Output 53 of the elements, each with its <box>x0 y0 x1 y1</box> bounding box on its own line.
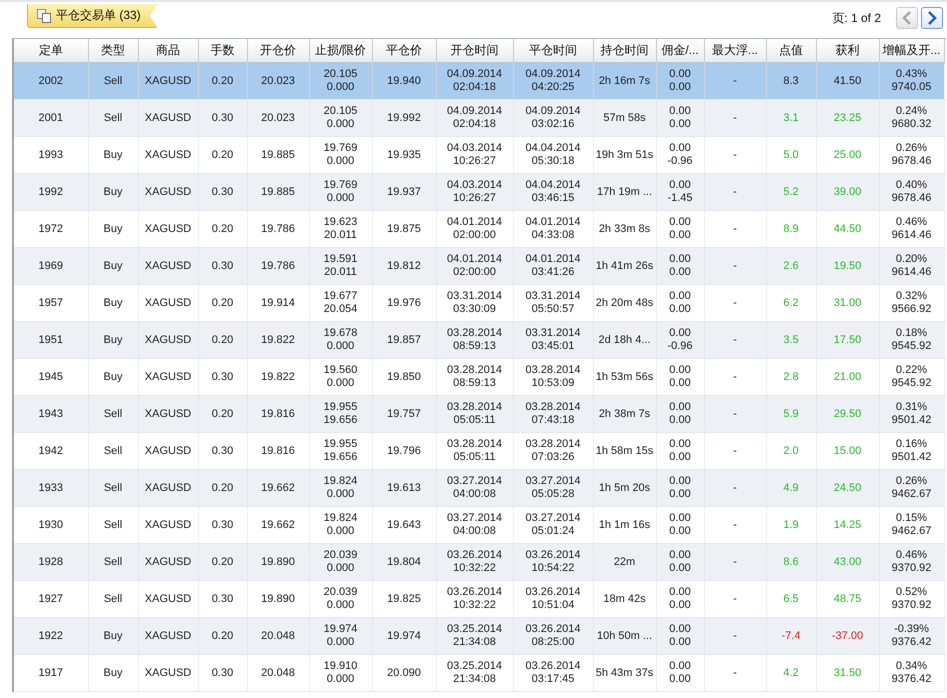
table-cell: 1917 <box>14 654 88 692</box>
column-header[interactable]: 止损/限价 <box>309 39 372 62</box>
chevron-right-icon <box>927 11 937 25</box>
column-header[interactable]: 商品 <box>138 39 198 62</box>
column-header[interactable]: 类型 <box>88 39 138 62</box>
table-row[interactable]: 1943 Sell XAGUSD 0.20 19.816 19.955 19.656 19.757 03.28.2014 05:05:11 03.28.2014 07:43:18 2h 38m 7s 0.00 0.00 - 5.9 29.50 0.31% 9501.42 <box>14 396 944 432</box>
chevron-left-icon <box>902 11 912 25</box>
column-header[interactable]: 点值 <box>766 39 816 62</box>
column-header[interactable]: 开仓价 <box>247 39 309 62</box>
table-row[interactable]: 1957 Buy XAGUSD 0.20 19.914 19.677 20.054 19.976 03.31.2014 03:30:09 03.31.2014 05:50:57 2h 20m 48s 0.00 0.00 - 6.2 31.00 0.32% 9566.92 <box>14 284 944 322</box>
documents-icon <box>37 8 51 22</box>
column-header[interactable]: 定单 <box>14 39 88 62</box>
table-row[interactable]: 1922 Buy XAGUSD 0.20 20.048 19.974 0.000 19.974 03.25.2014 21:34:08 03.26.2014 08:25:00 10h 50m ... 0.00 0.00 - -7.4 -37.00 -0.39% 9376.42 <box>14 618 944 654</box>
table-cell: Buy <box>88 654 138 692</box>
column-header[interactable]: 手数 <box>198 39 247 62</box>
table-cell: 20.048 <box>247 654 309 692</box>
column-header[interactable]: 平仓时间 <box>513 39 593 62</box>
next-page-button[interactable] <box>921 7 943 29</box>
column-header[interactable]: 持仓时间 <box>593 39 656 62</box>
table-cell: 19.910 0.000 <box>309 654 372 692</box>
column-header[interactable]: 最大浮... <box>704 39 766 62</box>
table-cell: 20.090 <box>372 654 436 692</box>
table-row[interactable]: 1928 Sell XAGUSD 0.20 19.890 20.039 0.000 19.804 03.26.2014 10:32:22 03.26.2014 10:54:22 22m 0.00 0.00 - 8.6 43.00 0.46% 9370.92 <box>14 544 944 580</box>
table-row[interactable]: 1972 Buy XAGUSD 0.20 19.786 19.623 20.011 19.875 04.01.2014 02:00:00 04.01.2014 04:33:08 2h 33m 8s 0.00 0.00 - 8.9 44.50 0.46% 9614.46 <box>14 210 944 248</box>
page-indicator: 页: 1 of 2 <box>832 10 881 26</box>
table-row[interactable]: 1930 Sell XAGUSD 0.30 19.662 19.824 0.000 19.643 03.27.2014 04:00:08 03.27.2014 05:01:24 1h 1m 16s 0.00 0.00 - 1.9 14.25 0.15% 9462.67 <box>14 506 944 544</box>
table-cell: 4.2 <box>766 654 816 692</box>
table-row[interactable]: 1992 Buy XAGUSD 0.30 19.885 19.769 0.000 19.937 04.03.2014 10:26:27 04.04.2014 03:46:15 17h 19m ... 0.00 -1.45 - 5.2 39.00 0.40% 9678.46 <box>14 174 944 210</box>
table-row[interactable]: 2001 Sell XAGUSD 0.30 20.023 20.105 0.000 19.992 04.09.2014 02:04:18 04.09.2014 03:02:16 57m 58s 0.00 0.00 - 3.1 23.25 0.24% 9680.32 <box>14 100 944 136</box>
tab[interactable]: 平仓交易单 (33) <box>27 4 158 28</box>
table-cell: 5h 43m 37s <box>593 654 656 692</box>
table-row[interactable]: 1969 Buy XAGUSD 0.30 19.786 19.591 20.011 19.812 04.01.2014 02:00:00 04.01.2014 03:41:26 1h 41m 26s 0.00 0.00 - 2.6 19.50 0.20% 9614.46 <box>14 248 944 284</box>
table-cell: 0.34% 9376.42 <box>879 654 944 692</box>
column-header[interactable]: 佣金/... <box>656 39 704 62</box>
table-row[interactable]: 1945 Buy XAGUSD 0.30 19.822 19.560 0.000 19.850 03.28.2014 08:59:13 03.28.2014 10:53:09 1h 53m 56s 0.00 0.00 - 2.8 21.00 0.22% 9545.92 <box>14 358 944 396</box>
table-row[interactable]: 1917 Buy XAGUSD 0.30 20.048 19.910 0.000 20.090 03.25.2014 21:34:08 03.26.2014 03:17:45 5h 43m 37s 0.00 0.00 - 4.2 31.50 0.34% 9376.42 <box>14 654 944 692</box>
table-row[interactable]: 2002 Sell XAGUSD 0.20 20.023 20.105 0.000 19.940 04.09.2014 02:04:18 04.09.2014 04:20:25 2h 16m 7s 0.00 0.00 - 8.3 41.50 0.43% 9740.05 <box>14 62 944 100</box>
table-cell: 03.26.2014 03:17:45 <box>513 654 593 692</box>
column-header[interactable]: 开仓时间 <box>436 39 513 62</box>
table-row[interactable]: 1993 Buy XAGUSD 0.20 19.885 19.769 0.000 19.935 04.03.2014 10:26:27 04.04.2014 05:30:18 19h 3m 51s 0.00 -0.96 - 5.0 25.00 0.26% 9678.46 <box>14 136 944 174</box>
table-cell: XAGUSD <box>138 654 198 692</box>
table-cell: 31.50 <box>816 654 879 692</box>
table-cell: 0.30 <box>198 654 247 692</box>
table-cell: - <box>704 654 766 692</box>
table-row[interactable]: 1933 Sell XAGUSD 0.20 19.662 19.824 0.000 19.613 03.27.2014 04:00:08 03.27.2014 05:05:28 1h 5m 20s 0.00 0.00 - 4.9 24.50 0.26% 9462.67 <box>14 470 944 506</box>
column-header[interactable]: 获利 <box>816 39 879 62</box>
table-cell: 03.25.2014 21:34:08 <box>436 654 513 692</box>
table-row[interactable]: 1927 Sell XAGUSD 0.30 19.890 20.039 0.000 19.825 03.26.2014 10:32:22 03.26.2014 10:51:04 18m 42s 0.00 0.00 - 6.5 48.75 0.52% 9370.92 <box>14 580 944 618</box>
table-cell: 0.00 0.00 <box>656 654 704 692</box>
column-header[interactable]: 平仓价 <box>372 39 436 62</box>
table-row[interactable]: 1942 Sell XAGUSD 0.30 19.816 19.955 19.656 19.796 03.28.2014 05:05:11 03.28.2014 07:03:26 1h 58m 15s 0.00 0.00 - 2.0 15.00 0.16% 9501.42 <box>14 432 944 470</box>
table-row[interactable]: 1951 Buy XAGUSD 0.20 19.822 19.678 0.000 19.857 03.28.2014 08:59:13 03.31.2014 03:45:01 2d 18h 4... 0.00 -0.96 - 3.5 17.50 0.18% 9545.92 <box>14 322 944 358</box>
column-header[interactable]: 增幅及开... <box>879 39 944 62</box>
